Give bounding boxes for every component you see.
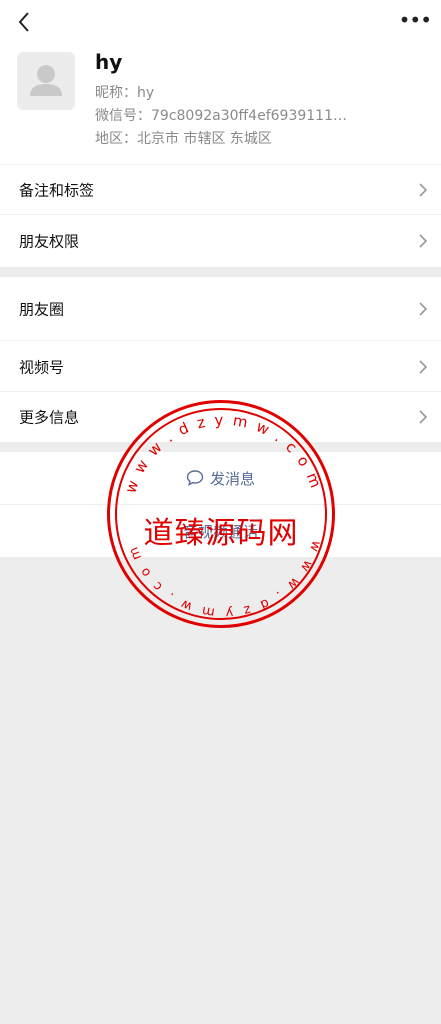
more-dots-icon[interactable]: •••	[399, 8, 432, 32]
profile-settings-list: 备注和标签 朋友权限	[0, 164, 441, 267]
display-name: hy	[95, 50, 123, 74]
watermark-stamp: w w w . d z y m w . c o m w w w . d z y …	[107, 400, 335, 628]
row-label: 朋友圈	[19, 300, 65, 319]
chevron-right-icon	[419, 302, 428, 316]
watermark-center-text: 道臻源码网	[143, 516, 299, 551]
nickname-line: 昵称：hy	[95, 85, 155, 101]
row-label: 更多信息	[19, 408, 80, 427]
row-moments[interactable]: 朋友圈	[0, 277, 441, 341]
top-bar: •••	[0, 0, 441, 44]
chevron-right-icon	[419, 234, 428, 248]
row-remark-tags[interactable]: 备注和标签	[0, 164, 441, 215]
chevron-right-icon	[419, 410, 428, 424]
row-label: 备注和标签	[19, 181, 95, 200]
chevron-right-icon	[419, 359, 428, 374]
back-icon[interactable]	[12, 9, 38, 35]
row-channels[interactable]: 视频号	[0, 341, 441, 392]
row-label: 朋友权限	[19, 232, 80, 251]
chevron-right-icon	[419, 183, 428, 197]
default-avatar-icon[interactable]	[17, 52, 75, 110]
wechat-id-line: 微信号：79c8092a30ff4ef6939111…	[95, 108, 347, 124]
profile-header: hy 昵称：hy 微信号：79c8092a30ff4ef6939111… 地区：…	[0, 44, 441, 164]
svg-text:w w w . d z y m w . c o m: w w w . d z y m w . c o m	[121, 411, 325, 496]
region-line: 地区：北京市 市辖区 东城区	[95, 131, 272, 147]
row-label: 视频号	[19, 358, 65, 376]
section-gap	[0, 267, 441, 277]
row-friend-permissions[interactable]: 朋友权限	[0, 215, 441, 267]
